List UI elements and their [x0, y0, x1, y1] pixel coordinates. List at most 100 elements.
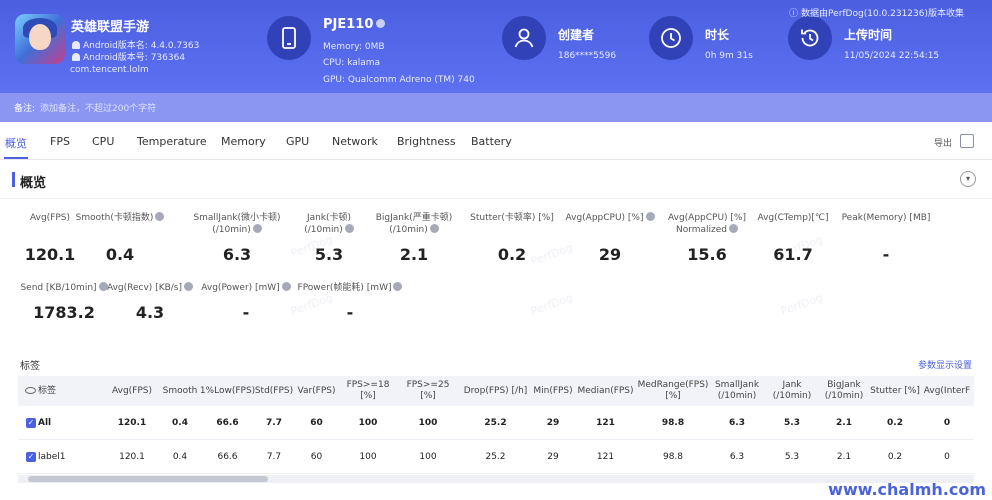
column-header[interactable]: 标签 [38, 376, 98, 406]
history-icon [788, 16, 832, 60]
column-header[interactable]: SmallJank (/10min) [708, 376, 766, 406]
column-header[interactable]: Stutter [%] [870, 376, 920, 406]
table-cell: 100 [419, 452, 437, 462]
note-input[interactable]: 添加备注，不超过200个字符 [40, 101, 156, 114]
tab-network[interactable]: Network [332, 135, 378, 148]
upload-value: 11/05/2024 22:54:15 [844, 51, 940, 61]
metric-label: FPower(帧能耗) [mW] [290, 282, 410, 294]
table-cell: 98.8 [661, 418, 685, 428]
metric-value: - [242, 303, 250, 322]
scroll-thumb[interactable] [28, 476, 268, 482]
info-icon[interactable] [376, 19, 386, 28]
column-header[interactable]: 1%Low(FPS) [200, 376, 255, 406]
header-banner: 英雄联盟手游 Android版本名: 4.4.0.7363 Android版本号… [0, 0, 992, 122]
table-cell: 6.3 [729, 452, 745, 462]
table-cell: 7.7 [266, 418, 282, 428]
upload-title: 上传时间 [844, 28, 893, 42]
tab-temperature[interactable]: Temperature [137, 135, 207, 148]
table-cell: 60 [310, 418, 323, 428]
column-header[interactable]: Jank (/10min) [766, 376, 818, 406]
metric-label: Peak(Memory) [MB] [841, 213, 931, 223]
param-settings-link[interactable]: 参数显示设置 [918, 358, 972, 371]
column-header[interactable]: Std(FPS) [253, 376, 295, 406]
table-row[interactable]: ✓ All 120.1 0.4 66.6 7.7 60 100 100 25.2 29 121 98.8… [18, 406, 974, 440]
table-cell: 121 [596, 452, 615, 462]
column-header[interactable]: Avg(FPS) [106, 376, 158, 406]
column-header[interactable]: MedRange(FPS)[%] [638, 376, 709, 406]
table-cell: 98.8 [662, 452, 684, 462]
column-header[interactable]: Smooth [158, 376, 202, 406]
column-header[interactable]: Median(FPS) [573, 376, 638, 406]
table-cell: 0.2 [887, 418, 903, 428]
export-icon[interactable] [960, 134, 974, 148]
table-cell: 0.4 [172, 418, 188, 428]
table-row[interactable]: ✓ label1 120.1 0.4 66.6 7.7 60 100 100 25.2 29 121 9… [18, 440, 974, 474]
table-cell: 6.3 [729, 418, 745, 428]
column-header[interactable]: FPS>=18 [%] [338, 376, 398, 406]
help-icon[interactable] [155, 212, 165, 221]
section-accent [12, 172, 15, 187]
table-cell: 100 [418, 418, 438, 428]
collapse-chevron-icon[interactable]: ▾ [960, 171, 976, 187]
table-cell: 7.7 [266, 452, 282, 462]
device-memory: Memory: 0MB [323, 42, 385, 52]
app-name: 英雄联盟手游 [71, 20, 150, 35]
table-cell: All [38, 418, 52, 428]
tab-cpu[interactable]: CPU [92, 135, 114, 148]
metric-label: Avg(Power) [mW] [186, 282, 306, 294]
duration-value: 0h 9m 31s [705, 51, 753, 61]
tab-battery[interactable]: Battery [471, 135, 512, 148]
tab-brightness[interactable]: Brightness [397, 135, 456, 148]
note-bar[interactable]: 备注: 添加备注，不超过200个字符 [0, 93, 992, 122]
row-checkbox[interactable]: ✓ [26, 418, 36, 428]
table-cell: 29 [546, 418, 560, 428]
export-button[interactable]: 导出 [934, 136, 952, 149]
table-cell: 60 [310, 452, 323, 462]
tab-fps[interactable]: FPS [50, 135, 70, 148]
app-icon [15, 14, 65, 64]
metric-value: 0.4 [105, 245, 135, 264]
device-gpu: GPU: Qualcomm Adreno (TM) 740 [323, 75, 475, 85]
help-icon[interactable] [252, 224, 262, 233]
tab-memory[interactable]: Memory [221, 135, 266, 148]
column-header[interactable]: FPS>=25 [%] [398, 376, 458, 406]
column-header[interactable]: Avg(InterF [920, 376, 974, 406]
metric-label: Smooth(卡顿指数) [60, 212, 180, 224]
duration-title: 时长 [705, 28, 730, 42]
site-watermark: www.chalmh.com [828, 480, 986, 499]
table-cell: 25.2 [484, 418, 507, 428]
section-title: 概览 [20, 176, 47, 191]
help-icon[interactable] [429, 224, 439, 233]
creator-title: 创建者 [558, 28, 595, 42]
table-cell: 121 [596, 418, 615, 428]
user-icon [502, 16, 546, 60]
source-info[interactable]: ⓘ 数据由PerfDog(10.0.231236)版本收集 [789, 6, 964, 19]
column-header[interactable]: Var(FPS) [295, 376, 338, 406]
column-header[interactable]: BigJank (/10min) [818, 376, 870, 406]
device-name: PJE110 [323, 17, 386, 32]
column-header[interactable]: Min(FPS) [533, 376, 573, 406]
help-icon[interactable] [393, 282, 403, 291]
table-cell: label1 [38, 452, 66, 462]
note-label: 备注: [14, 104, 36, 114]
device-cpu: CPU: kalama [323, 58, 381, 68]
row-checkbox[interactable]: ✓ [26, 452, 36, 462]
watermark: PerfDog [779, 290, 825, 319]
help-icon[interactable] [344, 224, 354, 233]
tab-bar: 概览 FPS CPU Temperature Memory GPU Networ… [0, 122, 992, 160]
table-cell: 0 [943, 418, 951, 428]
divider [0, 198, 992, 199]
column-header[interactable]: Drop(FPS) [/h] [458, 376, 533, 406]
tab-overview[interactable]: 概览 [5, 135, 27, 151]
table-cell: 5.3 [784, 452, 800, 462]
eye-icon[interactable] [25, 387, 36, 394]
table-cell: 0 [944, 452, 950, 462]
table-cell: 25.2 [485, 452, 506, 462]
watermark: PerfDog [529, 290, 575, 319]
table-cell: 29 [547, 452, 559, 462]
tab-gpu[interactable]: GPU [286, 135, 309, 148]
help-icon[interactable] [729, 224, 739, 233]
table-cell: 120.1 [117, 418, 147, 428]
table-cell: 2.1 [836, 418, 852, 428]
table-cell: 5.3 [784, 418, 800, 428]
